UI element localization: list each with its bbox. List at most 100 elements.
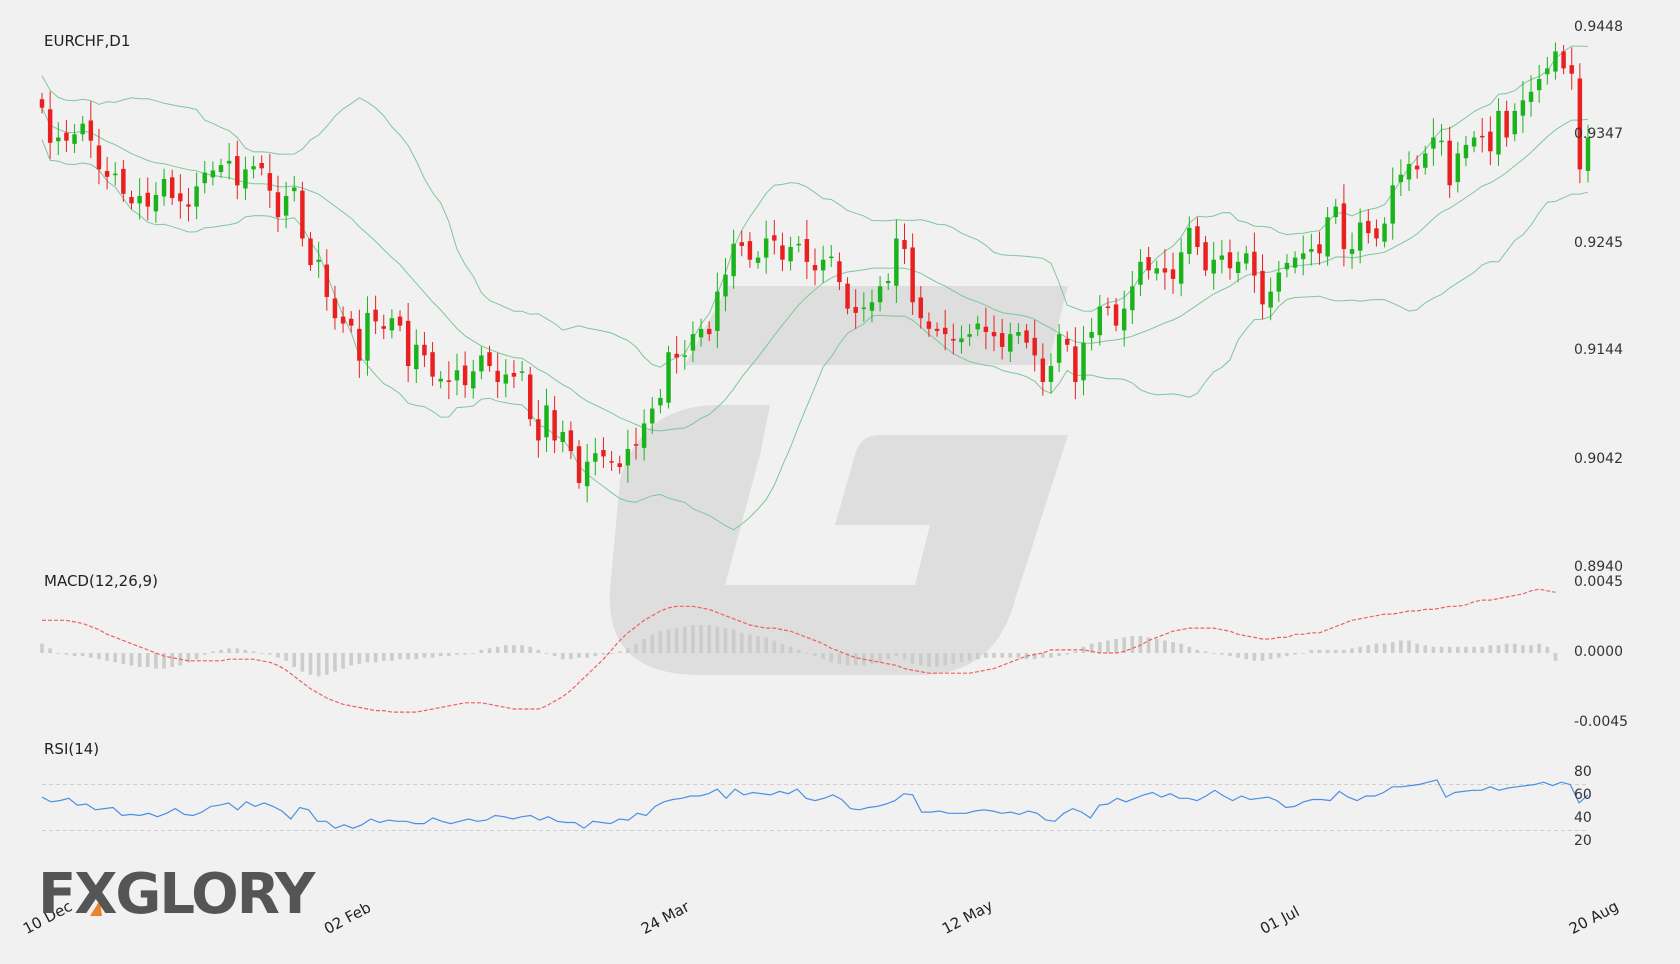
macd-histogram-bar xyxy=(870,653,874,664)
macd-histogram-bar xyxy=(1285,653,1289,657)
candle xyxy=(300,181,305,247)
candle xyxy=(235,140,240,200)
macd-histogram-bar xyxy=(422,653,427,658)
macd-histogram-bar xyxy=(1390,642,1395,653)
macd-histogram-bar xyxy=(479,649,484,653)
macd-tick-label: 0.0045 xyxy=(1574,574,1623,590)
macd-histogram-bar xyxy=(341,653,345,669)
candle xyxy=(56,122,61,155)
candle-body xyxy=(1463,144,1469,159)
macd-histogram-bar xyxy=(796,649,801,653)
macd-histogram-bar xyxy=(194,653,199,660)
macd-histogram-bar xyxy=(137,653,142,667)
macd-tick-label: -0.0045 xyxy=(1574,714,1629,730)
candle-body xyxy=(593,453,598,462)
candle xyxy=(210,161,216,186)
macd-histogram-bar xyxy=(837,653,842,664)
macd-histogram-bar xyxy=(1106,640,1110,653)
macd-histogram-bar xyxy=(1277,653,1281,658)
candle xyxy=(251,155,256,179)
macd-histogram-bar xyxy=(1114,639,1118,653)
candle-body xyxy=(796,243,801,246)
macd-histogram-bar xyxy=(1350,648,1354,653)
candle xyxy=(454,353,460,396)
candle-body xyxy=(1325,217,1330,257)
candle-body xyxy=(1292,257,1298,268)
candle xyxy=(1073,327,1078,400)
candle-body xyxy=(121,168,126,194)
macd-histogram-bar xyxy=(1130,635,1135,653)
candle-body xyxy=(1187,227,1192,254)
fxglory-logo: FXGLORY xyxy=(38,862,315,927)
macd-histogram-bar xyxy=(1236,653,1240,658)
candle xyxy=(1423,145,1428,175)
candle-body xyxy=(666,352,671,403)
candle-body xyxy=(153,194,159,212)
candle-body xyxy=(194,186,199,207)
candle xyxy=(788,236,793,271)
candle xyxy=(1276,261,1282,302)
macd-histogram-bar xyxy=(1342,649,1346,653)
candle xyxy=(609,450,614,471)
macd-histogram-bar xyxy=(72,653,77,657)
macd-histogram-bar xyxy=(544,653,549,654)
candle-body xyxy=(316,259,321,262)
candle-body xyxy=(544,405,549,438)
rsi-tick-label: 80 xyxy=(1574,764,1592,780)
macd-histogram-bar xyxy=(1203,651,1208,653)
macd-histogram-bar xyxy=(308,653,313,675)
macd-histogram-bar xyxy=(1480,646,1485,653)
candle-body xyxy=(633,444,639,446)
candle-body xyxy=(519,371,525,373)
candle-body xyxy=(747,241,753,260)
candle-body xyxy=(715,291,720,331)
candle-body xyxy=(975,323,980,330)
macd-histogram-bar xyxy=(284,653,288,661)
candle-body xyxy=(853,307,858,313)
candle xyxy=(283,181,289,229)
candle-body xyxy=(113,173,118,176)
candle xyxy=(1065,331,1070,352)
candle-body xyxy=(332,298,338,319)
macd-histogram-bar xyxy=(324,653,329,675)
candle-body xyxy=(698,328,704,338)
candle xyxy=(1154,260,1159,281)
macd-histogram-bar xyxy=(609,653,614,654)
candle xyxy=(137,178,142,220)
candle xyxy=(829,245,834,267)
macd-histogram-bar xyxy=(1374,643,1379,653)
macd-histogram-bar xyxy=(1496,645,1501,653)
candle xyxy=(438,371,443,389)
candle-body xyxy=(1089,332,1094,338)
candle xyxy=(72,124,77,154)
macd-histogram-bar xyxy=(1472,646,1476,653)
candle xyxy=(1211,241,1216,290)
candle-body xyxy=(1300,253,1306,260)
candle xyxy=(1504,100,1509,147)
macd-histogram-bar xyxy=(145,653,150,667)
price-tick-label: 0.9347 xyxy=(1574,126,1623,143)
macd-histogram-bar xyxy=(381,653,386,661)
candle-body xyxy=(1170,269,1176,279)
candle-body xyxy=(682,355,688,357)
macd-histogram-bar xyxy=(715,626,720,653)
macd-histogram-bar xyxy=(438,653,443,657)
price-tick-label: 0.9042 xyxy=(1574,450,1623,467)
candle xyxy=(1097,295,1103,346)
candle-body xyxy=(1121,308,1127,331)
candle-body xyxy=(1065,338,1070,345)
candle xyxy=(430,342,435,386)
candle xyxy=(593,437,598,476)
candle-body xyxy=(877,286,883,303)
candle xyxy=(1325,207,1330,266)
macd-histogram-bar xyxy=(276,653,280,658)
candle xyxy=(153,182,159,223)
candle-body xyxy=(650,408,655,424)
candle-body xyxy=(1349,249,1355,254)
candle-body xyxy=(1235,261,1241,274)
candle xyxy=(308,232,313,271)
candle xyxy=(1414,155,1420,179)
candle xyxy=(780,232,785,272)
candle xyxy=(96,128,102,185)
candle xyxy=(129,190,134,210)
